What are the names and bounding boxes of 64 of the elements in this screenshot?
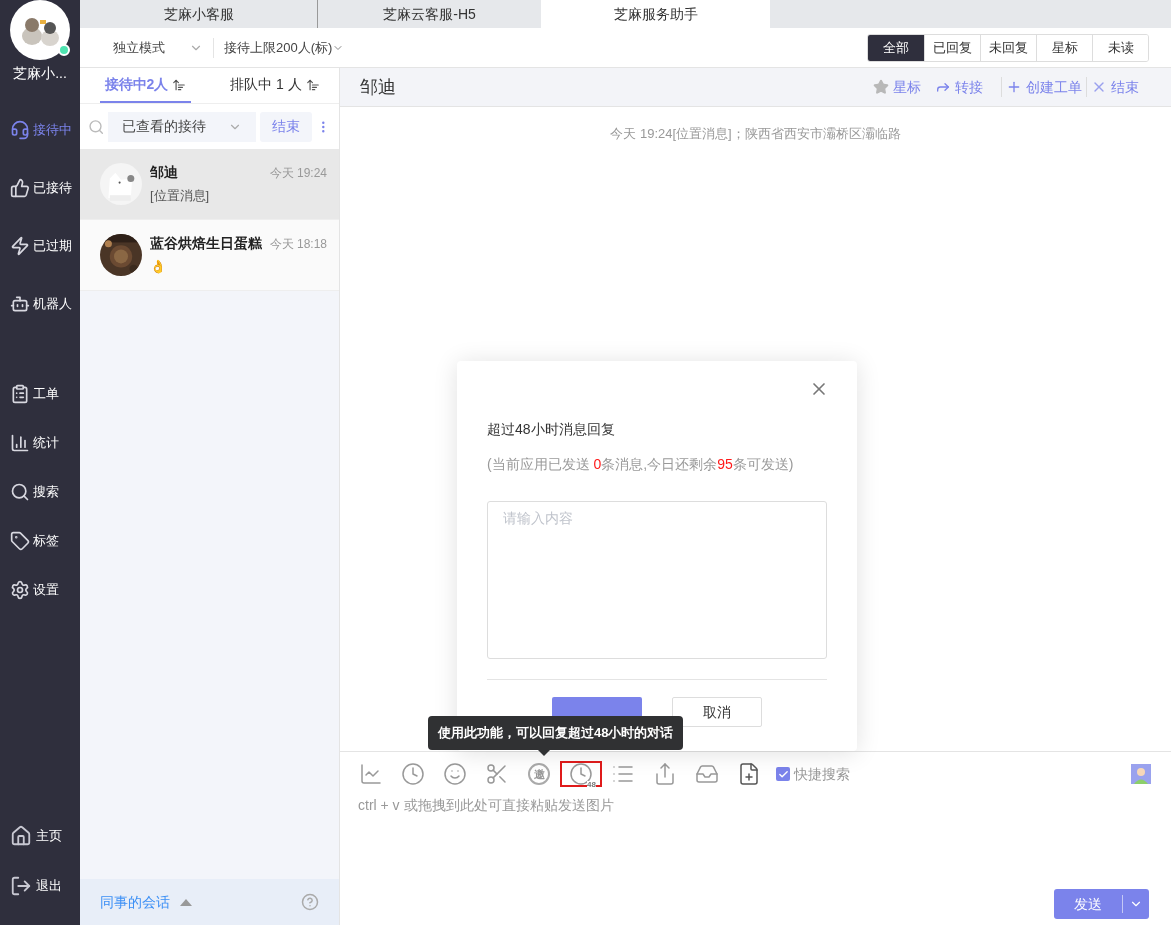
sidebar-item[interactable]: 工单	[0, 369, 80, 418]
quota-note: (当前应用已发送 0条消息,今日还剩余95条可发送)	[487, 455, 795, 474]
message-preview: [位置消息]	[150, 187, 211, 206]
chart-icon[interactable]	[359, 762, 383, 786]
app-tab[interactable]: 芝麻小客服	[80, 0, 318, 28]
sidebar-item[interactable]: 统计	[0, 418, 80, 467]
sidebar-item[interactable]: 主页	[0, 811, 80, 861]
settings-icon	[10, 579, 30, 600]
sort-icon	[305, 77, 320, 92]
reply-input[interactable]: 请输入内容	[487, 501, 827, 659]
search-icon[interactable]	[88, 117, 105, 136]
sidebar-item[interactable]: 接待中	[0, 101, 80, 159]
exit-icon	[10, 875, 32, 897]
filter-tab[interactable]: 全部	[868, 34, 924, 61]
sort-icon	[172, 77, 187, 92]
scissors-icon[interactable]	[485, 762, 509, 786]
checkbox[interactable]	[776, 767, 790, 781]
queue-tab[interactable]: 排队中 1 人	[211, 68, 339, 103]
message-time: 今天 19:24	[269, 165, 327, 183]
tooltip-arrow	[538, 750, 550, 756]
sidebar-item[interactable]: 设置	[0, 565, 80, 614]
sidebar-item[interactable]: 退出	[0, 861, 80, 911]
star-icon	[873, 79, 889, 95]
selected-tool-frame[interactable]: 48	[560, 761, 602, 787]
clipboard-icon	[10, 383, 30, 404]
system-message: 今天 19:24[位置消息]；陕西省西安市灞桥区灞临路	[610, 125, 901, 143]
sidebar-item[interactable]: 已过期	[0, 217, 80, 275]
mode-dropdown[interactable]: 独立模式	[113, 37, 203, 58]
emoji-icon[interactable]	[443, 762, 467, 786]
bolt-icon	[10, 236, 30, 256]
composer-hint: ctrl + v 或拖拽到此处可直接粘贴发送图片	[358, 796, 615, 815]
tag-icon	[10, 530, 30, 551]
clock-icon[interactable]	[401, 762, 425, 786]
contact-name: 邹迪	[150, 163, 179, 183]
app-tab[interactable]: 芝麻云客服-H5	[318, 0, 541, 28]
headset-icon	[10, 120, 30, 140]
chat-title: 邹迪	[360, 75, 396, 99]
contact-name: 蓝谷烘焙生日蛋糕	[150, 234, 262, 254]
help-icon[interactable]	[301, 893, 319, 911]
sidebar-item[interactable]: 机器人	[0, 275, 80, 333]
agent-avatar-icon[interactable]	[1131, 764, 1151, 784]
inbox-icon[interactable]	[695, 762, 719, 786]
robot-icon	[10, 294, 30, 314]
sidebar-item[interactable]: 标签	[0, 516, 80, 565]
home-icon	[10, 825, 32, 847]
plus-icon	[1006, 79, 1022, 95]
message-time: 今天 18:18	[269, 236, 327, 254]
user-name: 芝麻小...	[13, 64, 67, 83]
search-icon	[10, 481, 30, 502]
app-tab[interactable]: 芝麻服务助手	[541, 0, 770, 28]
conversation-item[interactable]: 邹迪 今天 19:24 [位置消息]	[80, 149, 339, 220]
bar-chart-icon	[10, 432, 30, 453]
message-preview: 👌	[150, 258, 167, 277]
sidebar-item[interactable]: 已接待	[0, 159, 80, 217]
dialog-title: 超过48小时消息回复	[487, 420, 616, 439]
sidebar-item[interactable]: 搜索	[0, 467, 80, 516]
list-filter-dropdown[interactable]: 已查看的接待	[108, 111, 257, 142]
share-icon[interactable]	[653, 762, 677, 786]
limit-dropdown[interactable]: 接待上限200人(标)	[224, 37, 345, 58]
triangle-icon	[180, 898, 192, 906]
conversation-item[interactable]: 蓝谷烘焙生日蛋糕 今天 18:18 👌	[80, 220, 339, 291]
filter-tab[interactable]: 未读	[1092, 34, 1148, 61]
thumbs-up-icon	[10, 178, 30, 198]
note-add-icon[interactable]	[737, 762, 761, 786]
